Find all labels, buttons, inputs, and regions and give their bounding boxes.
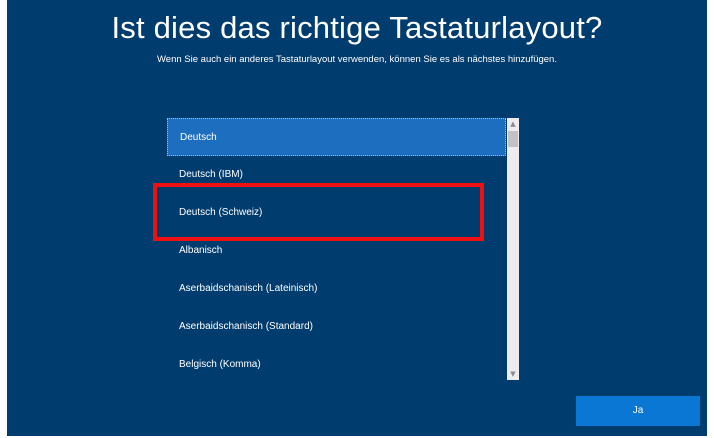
- scrollbar-thumb[interactable]: [508, 131, 518, 147]
- list-item-deutsch-schweiz[interactable]: Deutsch (Schweiz): [167, 194, 506, 232]
- list-item-belgisch-komma[interactable]: Belgisch (Komma): [167, 346, 506, 380]
- page-title: Ist dies das richtige Tastaturlayout?: [111, 10, 603, 45]
- chevron-up-icon[interactable]: ▲: [507, 118, 519, 130]
- chevron-down-icon[interactable]: ▼: [507, 368, 519, 380]
- confirm-button[interactable]: Ja: [576, 396, 700, 426]
- list-item-deutsch-ibm[interactable]: Deutsch (IBM): [167, 156, 506, 194]
- list-item-aserbaidschanisch-standard[interactable]: Aserbaidschanisch (Standard): [167, 308, 506, 346]
- list-item-albanisch[interactable]: Albanisch: [167, 232, 506, 270]
- list-scrollbar[interactable]: ▲ ▼: [507, 118, 519, 380]
- setup-screen: Ist dies das richtige Tastaturlayout? We…: [7, 0, 707, 436]
- keyboard-layout-list[interactable]: Deutsch Deutsch (IBM) Deutsch (Schweiz) …: [167, 118, 519, 380]
- list-item-deutsch[interactable]: Deutsch: [167, 118, 506, 156]
- page-subtitle: Wenn Sie auch ein anderes Tastaturlayout…: [157, 54, 557, 65]
- list-item-aserbaidschanisch-lateinisch[interactable]: Aserbaidschanisch (Lateinisch): [167, 270, 506, 308]
